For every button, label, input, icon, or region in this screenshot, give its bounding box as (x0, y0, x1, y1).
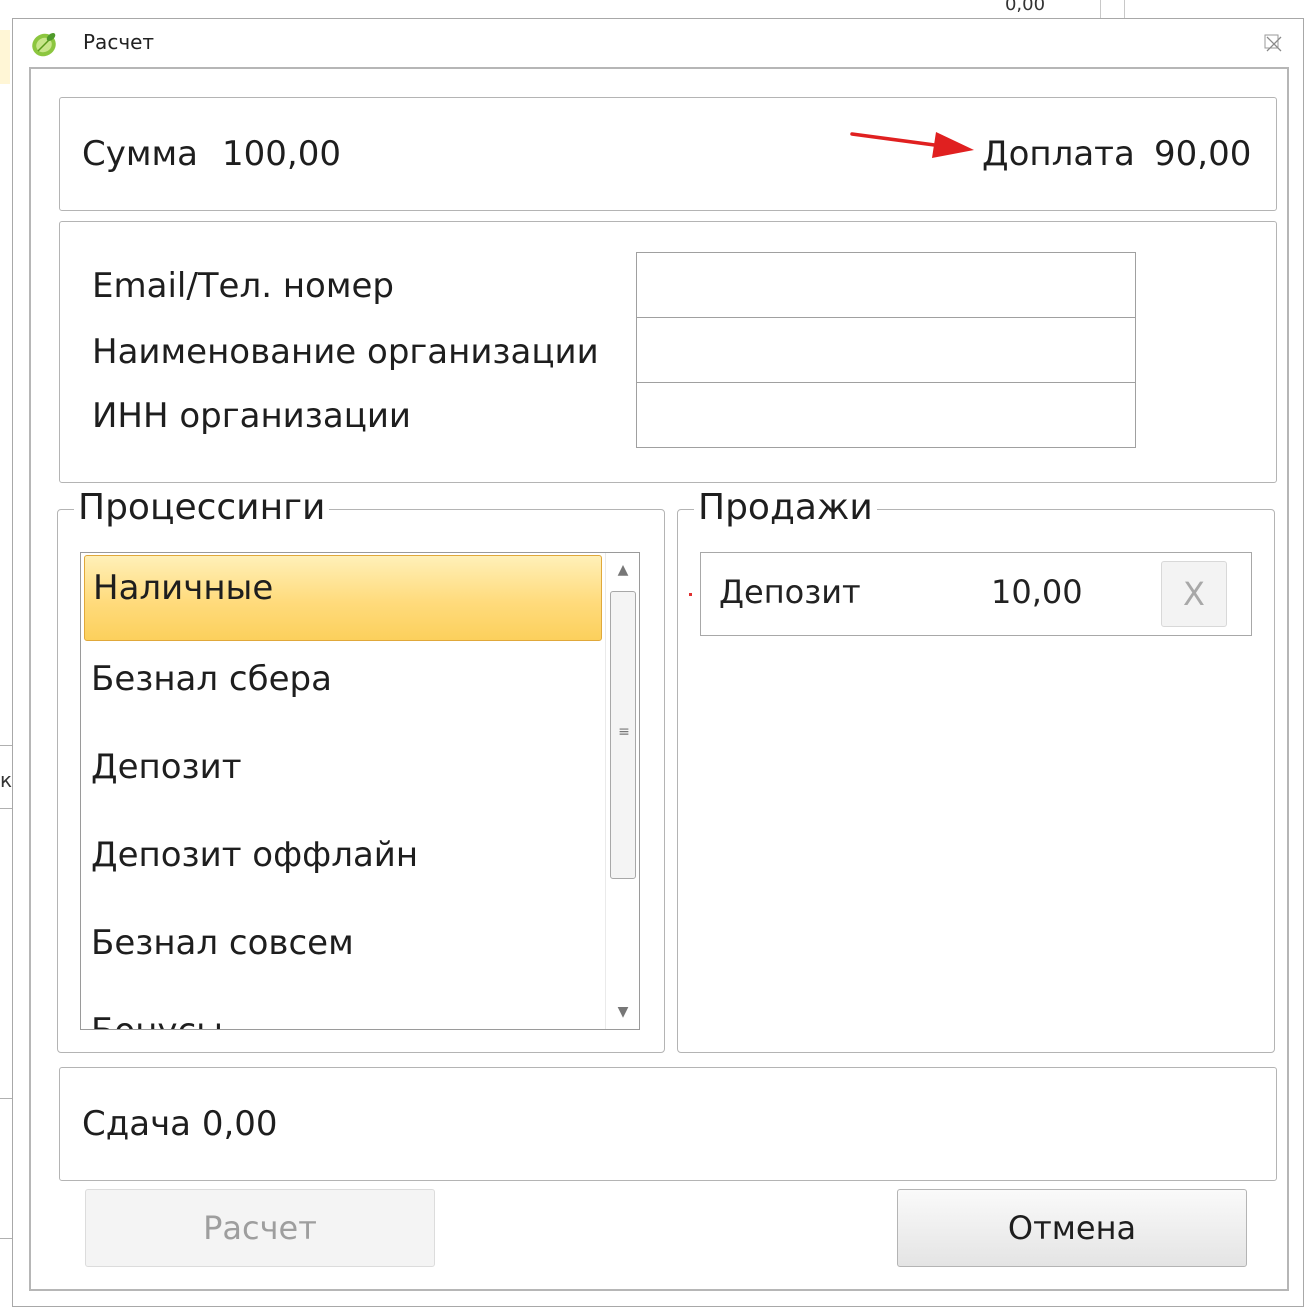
dialog-content: Сумма 100,00 Доплата 90,00 Email/Тел. но… (29, 67, 1289, 1291)
scroll-up-icon[interactable]: ▲ (606, 555, 639, 585)
background-line (0, 1098, 12, 1099)
background-divider (1124, 0, 1125, 18)
sale-row: Депозит 10,00 X (689, 552, 1252, 636)
sale-amount: 10,00 (991, 573, 1083, 611)
email-phone-label: Email/Тел. номер (92, 266, 394, 306)
grip-icon: ≡ (618, 724, 630, 740)
organization-name-field[interactable] (636, 317, 1136, 383)
processing-scrollbar[interactable]: ▲ ≡ ▼ (605, 553, 639, 1029)
scrollbar-thumb[interactable]: ≡ (610, 591, 636, 879)
organization-name-label: Наименование организации (92, 332, 599, 372)
remove-sale-button[interactable]: X (1161, 561, 1227, 627)
sales-group-title: Продажи (694, 488, 877, 528)
sum-value: 100,00 (222, 134, 341, 174)
title-bar[interactable]: Расчет (13, 19, 1303, 67)
email-phone-field[interactable] (636, 252, 1136, 318)
scroll-down-icon[interactable]: ▼ (606, 997, 639, 1027)
doplata-label: Доплата (982, 134, 1135, 174)
change-label: Сдача 0,00 (82, 1104, 278, 1144)
list-item[interactable]: Наличные (84, 555, 602, 641)
organization-inn-label: ИНН организации (92, 396, 412, 436)
background-line (0, 1238, 12, 1239)
close-icon[interactable] (1261, 31, 1285, 55)
list-item[interactable]: Депозит оффлайн (83, 821, 603, 909)
sale-name: Депозит (719, 573, 861, 611)
background-divider (1100, 0, 1101, 18)
background-line (0, 808, 12, 809)
red-arrow-annotation (850, 132, 974, 158)
background-cell-value: 0,00 (1004, 0, 1046, 14)
list-item[interactable]: Бонусы (83, 997, 603, 1029)
payment-dialog: Расчет Сумма 100,00 Доплата 90,00 Email/… (12, 18, 1304, 1307)
list-item[interactable]: Депозит (83, 733, 603, 821)
list-item[interactable]: Безнал совсем (83, 909, 603, 997)
organization-inn-field[interactable] (636, 382, 1136, 448)
summary-panel: Сумма 100,00 Доплата 90,00 (59, 97, 1277, 211)
background-text-fragment: к (0, 768, 12, 792)
window-title: Расчет (83, 30, 155, 54)
lime-icon (32, 33, 56, 57)
background-line (0, 745, 12, 746)
sum-label: Сумма (82, 134, 198, 174)
background-highlight (0, 30, 10, 84)
cancel-button[interactable]: Отмена (897, 1189, 1247, 1267)
list-item[interactable]: Безнал сбера (83, 645, 603, 733)
error-marker (689, 593, 692, 596)
contact-panel: Email/Тел. номер Наименование организаци… (59, 221, 1277, 483)
calculate-button[interactable]: Расчет (85, 1189, 435, 1267)
processing-group: Процессинги Наличные Безнал сбера Депози… (57, 488, 665, 1053)
processing-list[interactable]: Наличные Безнал сбера Депозит Депозит оф… (80, 552, 640, 1030)
sales-group: Продажи Депозит 10,00 X (677, 488, 1275, 1053)
change-panel: Сдача 0,00 (59, 1067, 1277, 1181)
doplata-value: 90,00 (1154, 134, 1252, 174)
processing-group-title: Процессинги (74, 488, 330, 528)
